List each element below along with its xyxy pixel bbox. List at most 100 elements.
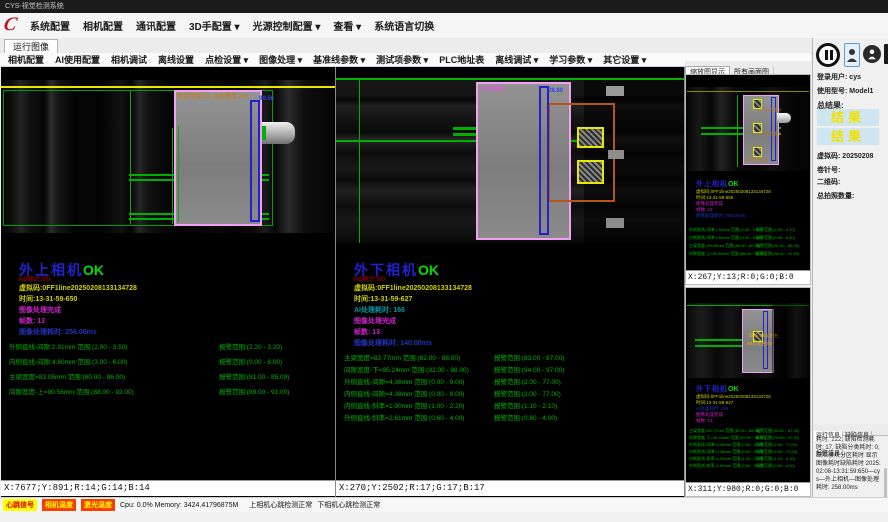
ng-stat-text: NG统计:0/0 [354, 274, 385, 283]
menu-camera-config[interactable]: 相机配置 [83, 18, 123, 33]
alarm-range-text: 报警范围:(1.10 - 2.10) [756, 456, 795, 462]
metal-pin-part [777, 113, 791, 123]
ai-elapsed-line: AI处理耗时: 166 [354, 305, 405, 315]
frames-line: 帧数: 13 [354, 327, 380, 337]
green-vline [130, 91, 131, 224]
left-camera-view[interactable]: 90.56 固定阈值:93, 动态阈值:100 外上相机OK NG统计:0/0 … [1, 67, 335, 497]
info-tab-row: 运行信息缺陷信息报警信息 [814, 424, 888, 436]
green-tick [262, 126, 266, 140]
alarm-range-text: 报警范围:(0.60 - 4.00) [494, 412, 557, 422]
small-camera-canvas[interactable]: 缺陷 93.5 左右 93.5 左右.00 [687, 303, 809, 378]
green-vline [737, 95, 738, 167]
yellow-hline [687, 91, 809, 92]
pause-button[interactable] [816, 43, 840, 67]
measurement-text: 外侧直线-斜率=2.61mm 范围:(0.60 - 4.00) [689, 463, 763, 469]
ng-stat-text: NG统计:0/0 [19, 274, 50, 283]
tool-offline-setting[interactable]: 离线设置 [158, 53, 194, 66]
heartbeat-badge: 心跳信号 [3, 499, 37, 511]
tool-offline-debug[interactable]: 离线调试 ▾ [495, 53, 538, 66]
dark-band [772, 303, 809, 378]
tab-row: 运行图像 [0, 38, 888, 54]
clamp-part [608, 150, 624, 159]
threshold-label: 固定阈值:93, 动态阈值:100 [177, 91, 248, 100]
alarm-range-text: 报警范围:(94.00 - 97.00) [494, 364, 564, 374]
elapsed-line: 图像处理耗时: 256.00ms [696, 213, 745, 219]
barcode-value: 20250208 [842, 153, 873, 160]
tool-image-processing[interactable]: 图像处理 ▾ [259, 53, 302, 66]
pixel-coordinate-bar: X:311;Y:980;R:0;G:0;B:0 [686, 482, 810, 496]
alarm-range-text: 报警范围:(0.60 - 4.00) [756, 463, 795, 469]
menu-comm-config[interactable]: 通讯配置 [136, 18, 176, 33]
menu-system-config[interactable]: 系统配置 [30, 18, 70, 33]
alarm-range-text: 报警范围:(0.00 - 8.00) [219, 356, 282, 366]
tool-learn-params[interactable]: 学习参数 ▾ [549, 53, 592, 66]
result-ok-text: OK [728, 181, 739, 188]
tool-plc-address[interactable]: PLC地址表 [439, 53, 484, 66]
app-logo-icon: C [2, 14, 27, 36]
alarm-range-text: 报警范围:(81.00 - 85.00) [219, 371, 289, 381]
tool-baseline-params[interactable]: 基准线参数 ▾ [313, 53, 365, 66]
camera-name: 外上相机 [696, 181, 728, 188]
measurement-text: 间隙宽度-上=90.56mm 范围:(88.00 - 92.00) [689, 251, 766, 257]
small-view-bottom[interactable]: 缺陷 93.5 左右 93.5 左右.00 外下相机OK 虚拟码:0FF1lin… [685, 287, 811, 497]
measure-label: 28.80 [548, 88, 563, 94]
mid-camera-canvas[interactable]: AI检测框 28.80 [336, 78, 684, 243]
menu-language-switch[interactable]: 系统语言切换 [374, 18, 434, 33]
clamp-part [606, 86, 624, 96]
green-vline [359, 78, 360, 243]
alarm-range-text: 报警范围:(0.00 - 8.00) [756, 235, 795, 241]
login-user-label: 登录用户: cys [817, 72, 861, 82]
tool-spotcheck-setting[interactable]: 点检设置 ▾ [205, 53, 248, 66]
login-user-value: cys [849, 74, 861, 81]
upper-camera-heartbeat-text: 上相机心跳检测正常 [249, 500, 312, 510]
tool-camera-debug[interactable]: 相机调试 [111, 53, 147, 66]
green-vline [178, 125, 179, 222]
ai-detect-rect [548, 103, 615, 202]
small-camera-canvas[interactable]: 93.5 左右.0 93.5 左右.0 93.5 左右.0 [687, 87, 809, 171]
exit-button[interactable] [883, 43, 888, 65]
defect-label: 93.5 左右.0 [747, 157, 767, 163]
alarm-range-text: 报警范围:(2.00 - 77.00) [494, 388, 561, 398]
account-button[interactable] [863, 45, 881, 63]
measurement-text: 间隙宽度-上=90.56mm 范围:(88.00 - 92.00) [9, 386, 134, 396]
pause-icon [830, 50, 833, 60]
elapsed-line: 图像处理耗时: 256.00ms [19, 327, 97, 337]
model-value: Model1 [849, 88, 873, 95]
app-window: CYS-视觉检测系统 C 系统配置 相机配置 通讯配置 3D手配置 ▾ 光源控制… [0, 0, 888, 522]
time-line: 时间:13-31-59-650 [19, 294, 77, 304]
left-camera-canvas[interactable]: 90.56 固定阈值:93, 动态阈值:100 [1, 80, 335, 233]
alarm-range-text: 报警范围:(2.20 - 3.20) [756, 227, 795, 233]
mid-camera-view[interactable]: AI检测框 28.80 外下相机OK NG统计:0/0 虚拟码:0FF1line… [336, 67, 684, 497]
tool-test-params[interactable]: 测试项参数 ▾ [376, 53, 428, 66]
roi-rect [174, 90, 262, 226]
camera-name: 外下相机 [696, 386, 728, 393]
menu-light-config[interactable]: 光源控制配置 ▾ [253, 18, 321, 33]
menu-3d-config[interactable]: 3D手配置 ▾ [189, 18, 240, 33]
menu-view[interactable]: 查看 ▾ [333, 18, 361, 33]
small-view-top[interactable]: 93.5 左右.0 93.5 左右.0 93.5 左右.0 外上相机OK 虚拟码… [685, 74, 811, 285]
green-hline [336, 78, 684, 80]
tool-ai-config[interactable]: AI使用配置 [55, 53, 100, 66]
result-ok-text: OK [418, 262, 439, 278]
tool-other-setting[interactable]: 其它设置 ▾ [603, 53, 646, 66]
window-title: CYS-视觉检测系统 [5, 3, 64, 10]
tab-run-image[interactable]: 运行图像 [4, 39, 58, 54]
defect-rect [577, 127, 604, 148]
elapsed-line: 图像处理耗时: 140.00ms [354, 338, 432, 348]
result-box-bottom: 结果 [817, 128, 879, 145]
login-user-button[interactable] [844, 43, 860, 67]
camera-temp-badge: 相机温度 [42, 499, 76, 511]
green-vline [172, 128, 173, 224]
pixel-coordinate-bar: X:270;Y:2502;R:17;G:17;B:17 [336, 480, 684, 496]
time-line: 时间:13-31-59-627 [354, 294, 412, 304]
alarm-range-text: 报警范围:(83.00 - 87.00) [494, 352, 564, 362]
metal-pin-part [262, 122, 295, 144]
clamp-part [606, 218, 624, 228]
yellow-reference-line [1, 86, 335, 88]
camera-result-title: 外下相机OK [696, 384, 739, 394]
alarm-range-text: 报警范围:(89.00 - 91.00) [219, 386, 289, 396]
lower-camera-heartbeat-text: 下相机心跳检测正常 [317, 500, 380, 510]
tool-camera-config[interactable]: 相机配置 [8, 53, 44, 66]
result-ok-text: OK [728, 386, 739, 393]
exit-door-icon [883, 43, 888, 65]
